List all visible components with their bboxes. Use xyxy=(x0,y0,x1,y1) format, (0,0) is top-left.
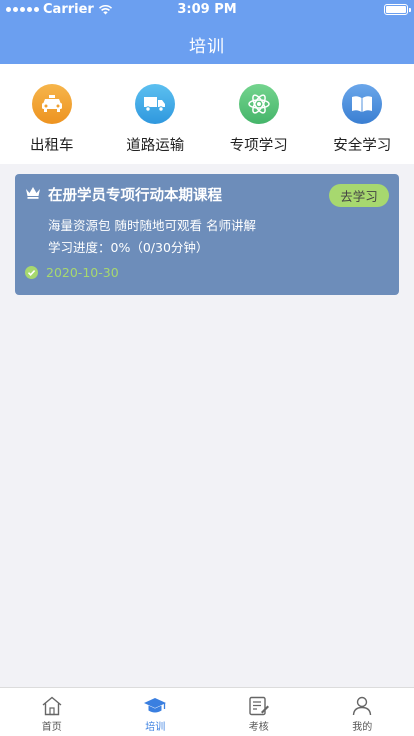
atom-icon xyxy=(238,84,279,124)
course-date: 2020-10-30 xyxy=(46,265,119,280)
tab-bar: 首页 培训 考核 我的 xyxy=(0,687,414,736)
home-icon xyxy=(42,696,62,716)
page-title: 培训 xyxy=(189,37,225,57)
category-taxi[interactable]: 出租车 xyxy=(0,64,104,164)
category-bar: 出租车 道路运输 专项学习 安全学习 xyxy=(0,64,414,164)
category-label: 专项学习 xyxy=(229,138,288,154)
taxi-icon xyxy=(31,84,72,124)
tab-home[interactable]: 首页 xyxy=(0,688,104,736)
category-road-transport[interactable]: 道路运输 xyxy=(104,64,208,164)
course-date-row: 2020-10-30 xyxy=(25,265,119,280)
tab-training[interactable]: 培训 xyxy=(104,688,208,736)
tab-mine[interactable]: 我的 xyxy=(311,688,414,736)
user-icon xyxy=(353,696,372,716)
book-icon xyxy=(342,84,383,124)
status-time: 3:09 PM xyxy=(177,2,237,17)
course-title: 在册学员专项行动本期课程 xyxy=(48,188,222,204)
category-label: 安全学习 xyxy=(333,138,392,154)
truck-icon xyxy=(135,84,176,124)
check-circle-icon xyxy=(25,266,38,279)
crown-icon xyxy=(26,187,40,199)
status-bar: Carrier 3:09 PM xyxy=(0,0,414,20)
tab-label: 考核 xyxy=(248,722,269,733)
battery-icon xyxy=(384,4,411,15)
tab-exam[interactable]: 考核 xyxy=(207,688,311,736)
course-progress: 学习进度：0%（0/30分钟） xyxy=(48,240,209,255)
graduation-cap-icon xyxy=(144,698,167,713)
category-label: 道路运输 xyxy=(126,138,185,154)
category-safety-study[interactable]: 安全学习 xyxy=(311,64,414,164)
tab-label: 培训 xyxy=(145,722,166,733)
go-study-button[interactable]: 去学习 xyxy=(329,184,389,207)
category-label: 出租车 xyxy=(30,138,74,154)
course-card[interactable]: 在册学员专项行动本期课程 去学习 海量资源包 随时随地可观看 名师讲解 学习进度… xyxy=(15,174,399,295)
app-header: Carrier 3:09 PM 培训 xyxy=(0,0,414,64)
category-special-study[interactable]: 专项学习 xyxy=(207,64,311,164)
exam-icon xyxy=(249,696,269,716)
course-description: 海量资源包 随时随地可观看 名师讲解 xyxy=(48,218,256,233)
tab-label: 我的 xyxy=(352,722,373,733)
tab-label: 首页 xyxy=(41,722,62,733)
